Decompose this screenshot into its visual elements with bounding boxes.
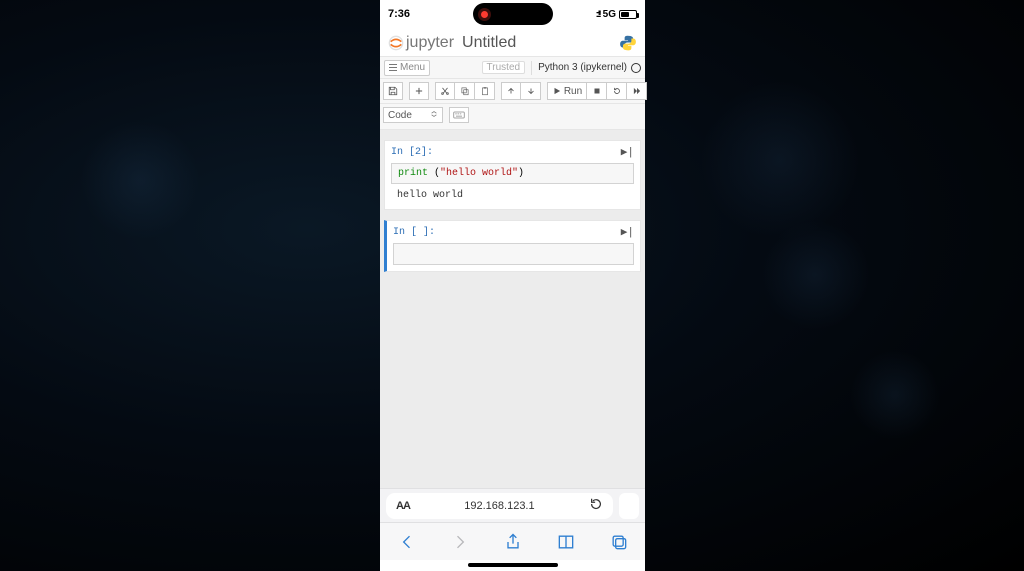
separator — [531, 61, 532, 75]
status-right: ::!! 5G — [577, 9, 637, 20]
menu-bar: Menu Trusted Python 3 (ipykernel) — [380, 57, 645, 79]
network-label: 5G — [603, 9, 616, 20]
code-cell-2[interactable]: In [ ]: ▶| — [384, 220, 641, 272]
forward-button[interactable] — [448, 530, 472, 554]
save-button[interactable] — [383, 82, 403, 100]
cell-output: hello world — [385, 190, 640, 209]
home-indicator — [468, 563, 558, 567]
cell-prompt: In [2]: — [391, 147, 433, 158]
cell-type-value: Code — [388, 110, 412, 121]
trusted-badge[interactable]: Trusted — [482, 61, 526, 74]
restart-button[interactable] — [607, 82, 627, 100]
cell-prompt: In [ ]: — [393, 227, 435, 238]
url-text: 192.168.123.1 — [464, 500, 534, 512]
kernel-label[interactable]: Python 3 (ipykernel) — [538, 62, 627, 73]
toolbar: Run — [380, 79, 645, 104]
paste-button[interactable] — [475, 82, 495, 100]
move-down-button[interactable] — [521, 82, 541, 100]
notebook-title[interactable]: Untitled — [462, 34, 516, 52]
command-palette-button[interactable] — [449, 107, 469, 123]
jupyter-logo[interactable]: jupyter — [388, 34, 454, 52]
code-cell-1[interactable]: In [2]: ▶| print ("hello world") hello w… — [384, 140, 641, 210]
cut-button[interactable] — [435, 82, 455, 100]
bookmarks-button[interactable] — [554, 530, 578, 554]
back-button[interactable] — [395, 530, 419, 554]
chevron-updown-icon — [430, 110, 438, 121]
move-up-button[interactable] — [501, 82, 521, 100]
phone-frame: 7:36 ::!! 5G jupyter Untitled Menu — [380, 0, 645, 571]
cell-type-select[interactable]: Code — [383, 107, 443, 123]
cell-run-icon[interactable]: ▶| — [621, 145, 634, 159]
stop-button[interactable] — [587, 82, 607, 100]
battery-icon — [619, 10, 637, 19]
status-time: 7:36 — [388, 8, 448, 20]
jupyter-header: jupyter Untitled — [380, 28, 645, 57]
code-input[interactable]: print ("hello world") — [391, 163, 634, 184]
brand-label: jupyter — [406, 34, 454, 52]
url-field[interactable]: AA 192.168.123.1 — [386, 493, 613, 519]
dynamic-island — [473, 3, 553, 25]
cell-type-row: Code — [380, 104, 645, 130]
side-button[interactable] — [619, 493, 639, 519]
reload-button[interactable] — [589, 497, 603, 514]
text-size-button[interactable]: AA — [396, 500, 410, 512]
status-bar: 7:36 ::!! 5G — [380, 0, 645, 28]
notebook-area[interactable]: In [2]: ▶| print ("hello world") hello w… — [380, 130, 645, 488]
run-all-button[interactable] — [627, 82, 647, 100]
signal-icon: ::!! — [596, 9, 600, 19]
python-logo-icon[interactable] — [619, 34, 637, 52]
menu-button[interactable]: Menu — [384, 60, 430, 76]
menu-label: Menu — [400, 62, 425, 73]
share-button[interactable] — [501, 530, 525, 554]
recording-indicator-icon — [481, 11, 488, 18]
copy-button[interactable] — [455, 82, 475, 100]
hamburger-icon — [389, 64, 397, 71]
kernel-status-icon — [631, 63, 641, 73]
run-label: Run — [564, 86, 582, 97]
tabs-button[interactable] — [607, 530, 631, 554]
cell-run-icon[interactable]: ▶| — [621, 225, 634, 239]
run-button[interactable]: Run — [547, 82, 587, 100]
browser-nav-bar — [380, 522, 645, 560]
insert-cell-button[interactable] — [409, 82, 429, 100]
browser-url-bar: AA 192.168.123.1 — [380, 488, 645, 522]
code-input[interactable] — [393, 243, 634, 265]
